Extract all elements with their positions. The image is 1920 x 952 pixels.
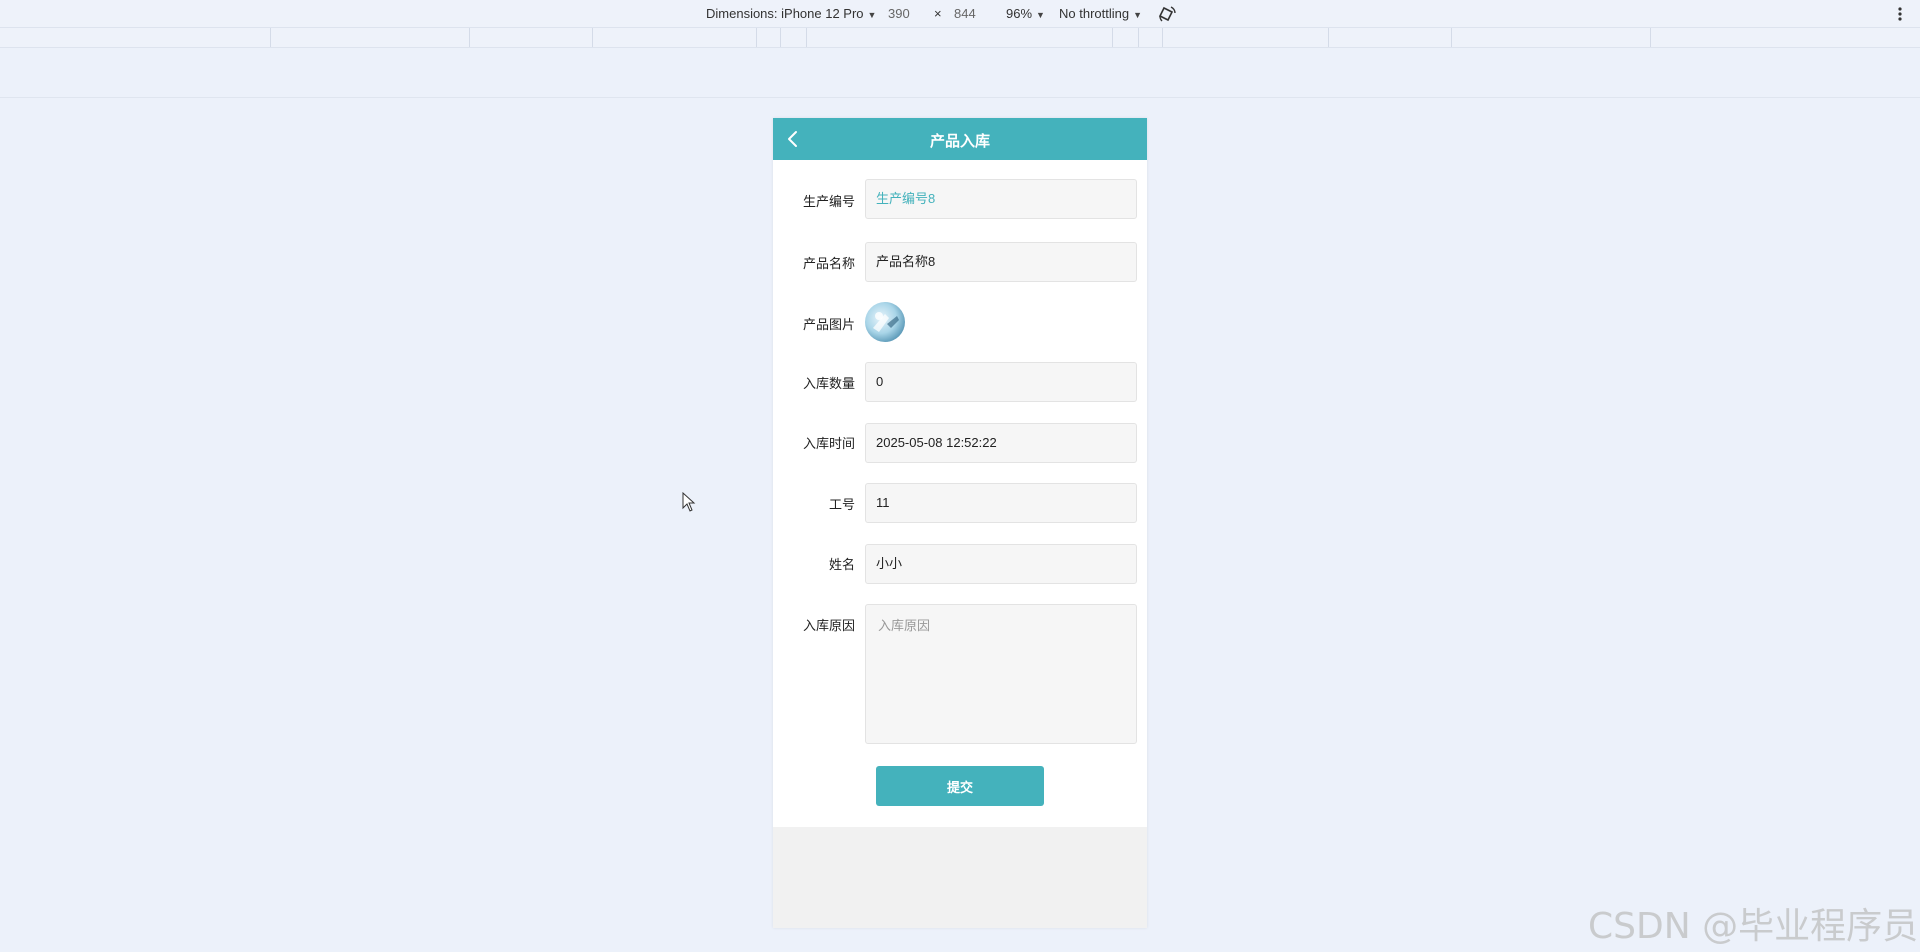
page-footer-area	[773, 827, 1147, 928]
submit-button[interactable]: 提交	[876, 766, 1044, 806]
chevron-down-icon: ▼	[1133, 10, 1143, 20]
nav-bar: 产品入库	[773, 118, 1147, 160]
chevron-down-icon: ▼	[1036, 10, 1045, 20]
watermark: CSDN @毕业程序员	[1588, 906, 1919, 947]
viewport-divider	[0, 97, 1920, 98]
ruler-tick[interactable]	[1162, 28, 1163, 47]
name-field[interactable]: 小小	[865, 544, 1137, 584]
ruler-tick[interactable]	[592, 28, 593, 47]
reason-label: 入库原因	[802, 618, 855, 633]
product-image-thumbnail[interactable]	[865, 302, 905, 342]
throttling-select[interactable]: No throttling ▼	[1059, 6, 1142, 23]
devtools-device-toolbar: Dimensions: iPhone 12 Pro ▼ 390 × 844 96%…	[0, 0, 1920, 28]
production-no-field[interactable]: 生产编号8	[865, 179, 1137, 219]
ruler-tick[interactable]	[756, 28, 757, 47]
chevron-down-icon: ▼	[867, 10, 877, 20]
ruler-tick[interactable]	[1451, 28, 1452, 47]
times-symbol: ×	[934, 6, 942, 21]
ruler-tick[interactable]	[1650, 28, 1651, 47]
product-name-label: 产品名称	[802, 256, 855, 271]
ruler-tick[interactable]	[1112, 28, 1113, 47]
zoom-label: 96%	[1006, 6, 1033, 21]
ruler-tick[interactable]	[806, 28, 807, 47]
media-query-ruler	[0, 28, 1920, 48]
production-no-label: 生产编号	[802, 194, 855, 209]
device-select-label: Dimensions: iPhone 12 Pro	[706, 6, 864, 21]
ruler-tick[interactable]	[780, 28, 781, 47]
name-label: 姓名	[828, 557, 855, 572]
product-name-field[interactable]: 产品名称8	[865, 242, 1137, 282]
employee-no-field[interactable]: 11	[865, 483, 1137, 523]
quantity-label: 入库数量	[802, 376, 855, 391]
ruler-tick[interactable]	[1138, 28, 1139, 47]
phone-viewport: 产品入库 生产编号 生产编号8 产品名称 产品名称8 产品图片 入库数量 0 入…	[773, 118, 1147, 928]
time-field[interactable]: 2025-05-08 12:52:22	[865, 423, 1137, 463]
page-title: 产品入库	[929, 133, 990, 150]
quantity-field[interactable]: 0	[865, 362, 1137, 402]
device-select[interactable]: Dimensions: iPhone 12 Pro ▼	[706, 6, 876, 23]
reason-textarea[interactable]	[865, 604, 1137, 744]
ruler-tick[interactable]	[270, 28, 271, 47]
mouse-cursor-icon	[682, 492, 696, 512]
product-image-graphic	[873, 312, 899, 332]
zoom-select[interactable]: 96% ▼	[1006, 6, 1045, 23]
more-options-icon[interactable]	[1892, 4, 1908, 24]
width-input[interactable]: 390	[888, 6, 910, 22]
height-input[interactable]: 844	[954, 6, 976, 22]
time-label: 入库时间	[802, 436, 855, 451]
ruler-tick[interactable]	[469, 28, 470, 47]
rotate-icon[interactable]	[1158, 4, 1178, 24]
product-image-label: 产品图片	[802, 317, 855, 332]
throttling-label: No throttling	[1059, 6, 1130, 21]
employee-no-label: 工号	[828, 497, 855, 512]
ruler-tick[interactable]	[1328, 28, 1329, 47]
